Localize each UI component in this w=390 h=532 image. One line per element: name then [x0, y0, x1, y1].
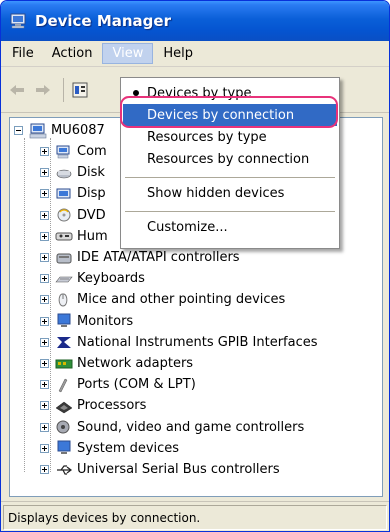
tree-node-2[interactable]: Disk	[40, 162, 105, 183]
tree-node-10[interactable]: National Instruments GPIB Interfaces	[40, 332, 318, 353]
display-adapter-icon	[56, 188, 71, 199]
tree-node-label: Monitors	[77, 313, 134, 329]
tree-root-label: MU6087	[51, 123, 105, 138]
view-menu-resources-by-connection[interactable]: Resources by connection	[123, 148, 337, 170]
expand-toggle[interactable]	[40, 380, 49, 390]
tree-node-13[interactable]: Processors	[40, 395, 146, 416]
dvd-drive-icon	[57, 208, 71, 222]
menu-item-label: Resources by connection	[147, 151, 310, 167]
tree-node-15[interactable]: System devices	[40, 438, 179, 459]
tree-node-11[interactable]: Network adapters	[40, 353, 193, 374]
tree-connector	[24, 138, 25, 472]
tree-node-7[interactable]: Keyboards	[40, 268, 145, 289]
expand-toggle[interactable]	[40, 168, 49, 178]
tree-node-4[interactable]: DVD	[40, 205, 106, 226]
usb-icon	[57, 464, 72, 475]
expand-toggle[interactable]	[40, 359, 49, 368]
window-title: Device Manager	[35, 12, 171, 30]
status-pane: Displays devices by connection.	[3, 505, 387, 530]
back-arrow-icon[interactable]	[9, 83, 25, 97]
tree-node-8[interactable]: Mice and other pointing devices	[40, 289, 285, 310]
expand-toggle[interactable]	[40, 422, 49, 432]
disk-drive-icon	[56, 169, 72, 178]
device-manager-icon	[10, 13, 26, 29]
tree-node-12[interactable]: Ports (COM & LPT)	[40, 374, 196, 395]
status-bar: Displays devices by connection.	[1, 501, 389, 531]
collapse-toggle[interactable]	[14, 126, 23, 135]
expand-toggle[interactable]	[40, 465, 49, 474]
properties-icon[interactable]	[72, 82, 88, 98]
tree-node-9[interactable]: Monitors	[40, 311, 133, 332]
device-manager-window: Device Manager File Action View Help MU6…	[0, 0, 390, 532]
expand-toggle[interactable]	[40, 443, 49, 453]
computer-icon	[29, 123, 47, 138]
menu-file[interactable]: File	[4, 43, 42, 64]
tree-node-label: IDE ATA/ATAPI controllers	[77, 250, 240, 265]
menu-separator	[125, 177, 335, 178]
expand-toggle[interactable]	[40, 210, 49, 220]
tree-node-label: National Instruments GPIB Interfaces	[77, 334, 318, 350]
system-device-icon	[57, 440, 71, 455]
port-icon	[58, 378, 68, 393]
tree-node-label: Disp	[77, 186, 106, 202]
tree-node-1[interactable]: Com	[40, 141, 107, 162]
view-menu-show-hidden-devices[interactable]: Show hidden devices	[123, 182, 337, 204]
tree-node-label: Processors	[77, 398, 147, 414]
tree-node-label: Com	[77, 144, 107, 159]
expand-toggle[interactable]	[40, 274, 49, 284]
menu-help[interactable]: Help	[155, 43, 201, 64]
sound-icon	[56, 420, 70, 434]
expand-toggle[interactable]	[40, 189, 49, 199]
menu-action[interactable]: Action	[44, 43, 101, 64]
tree-node-label: Hum	[77, 228, 108, 244]
expand-toggle[interactable]	[40, 401, 49, 411]
expand-toggle[interactable]	[40, 295, 49, 305]
expand-toggle[interactable]	[40, 231, 49, 241]
network-adapter-icon	[55, 359, 73, 368]
tree-node-label: Keyboards	[77, 271, 145, 287]
forward-arrow-icon[interactable]	[35, 83, 51, 97]
toolbar-separator	[63, 77, 64, 102]
menu-separator	[125, 211, 335, 212]
tree-node-label: Sound, video and game controllers	[77, 419, 305, 435]
menu-bar: File Action View Help	[1, 41, 389, 67]
expand-toggle[interactable]	[40, 253, 49, 262]
tree-root[interactable]: MU6087	[14, 120, 105, 141]
menu-item-label: Customize...	[147, 219, 228, 235]
tree-node-5[interactable]: Hum	[40, 226, 108, 247]
view-menu-customize[interactable]: Customize...	[123, 216, 337, 238]
tree-node-16[interactable]: Universal Serial Bus controllers	[40, 459, 280, 480]
view-menu-resources-by-type[interactable]: Resources by type	[123, 126, 337, 148]
processor-icon	[55, 401, 73, 414]
tree-node-label: Universal Serial Bus controllers	[77, 462, 280, 477]
tree-node-6[interactable]: IDE ATA/ATAPI controllers	[40, 247, 240, 268]
tree-node-label: System devices	[77, 440, 180, 456]
gpib-icon	[57, 337, 71, 349]
tree-node-3[interactable]: Disp	[40, 183, 106, 204]
mouse-icon	[58, 293, 68, 307]
status-text: Displays devices by connection.	[8, 510, 201, 525]
expand-toggle[interactable]	[40, 337, 49, 347]
expand-toggle[interactable]	[40, 316, 49, 326]
monitor-icon	[57, 313, 71, 328]
title-bar[interactable]: Device Manager	[1, 1, 389, 41]
computer-icon	[56, 145, 70, 158]
menu-view[interactable]: View	[102, 43, 154, 64]
ide-controller-icon	[56, 253, 72, 263]
tree-node-label: Disk	[77, 165, 105, 181]
tree-node-label: Mice and other pointing devices	[77, 292, 286, 308]
tree-node-14[interactable]: Sound, video and game controllers	[40, 417, 304, 438]
menu-item-label: Resources by type	[147, 129, 267, 145]
menu-item-label: Show hidden devices	[147, 185, 285, 201]
tree-node-label: DVD	[77, 207, 106, 223]
expand-toggle[interactable]	[40, 147, 49, 156]
tree-node-label: Ports (COM & LPT)	[77, 377, 196, 393]
human-interface-icon	[55, 232, 73, 241]
keyboard-icon	[55, 276, 73, 282]
highlight-annotation-circle	[120, 96, 338, 128]
tree-node-label: Network adapters	[77, 356, 194, 371]
